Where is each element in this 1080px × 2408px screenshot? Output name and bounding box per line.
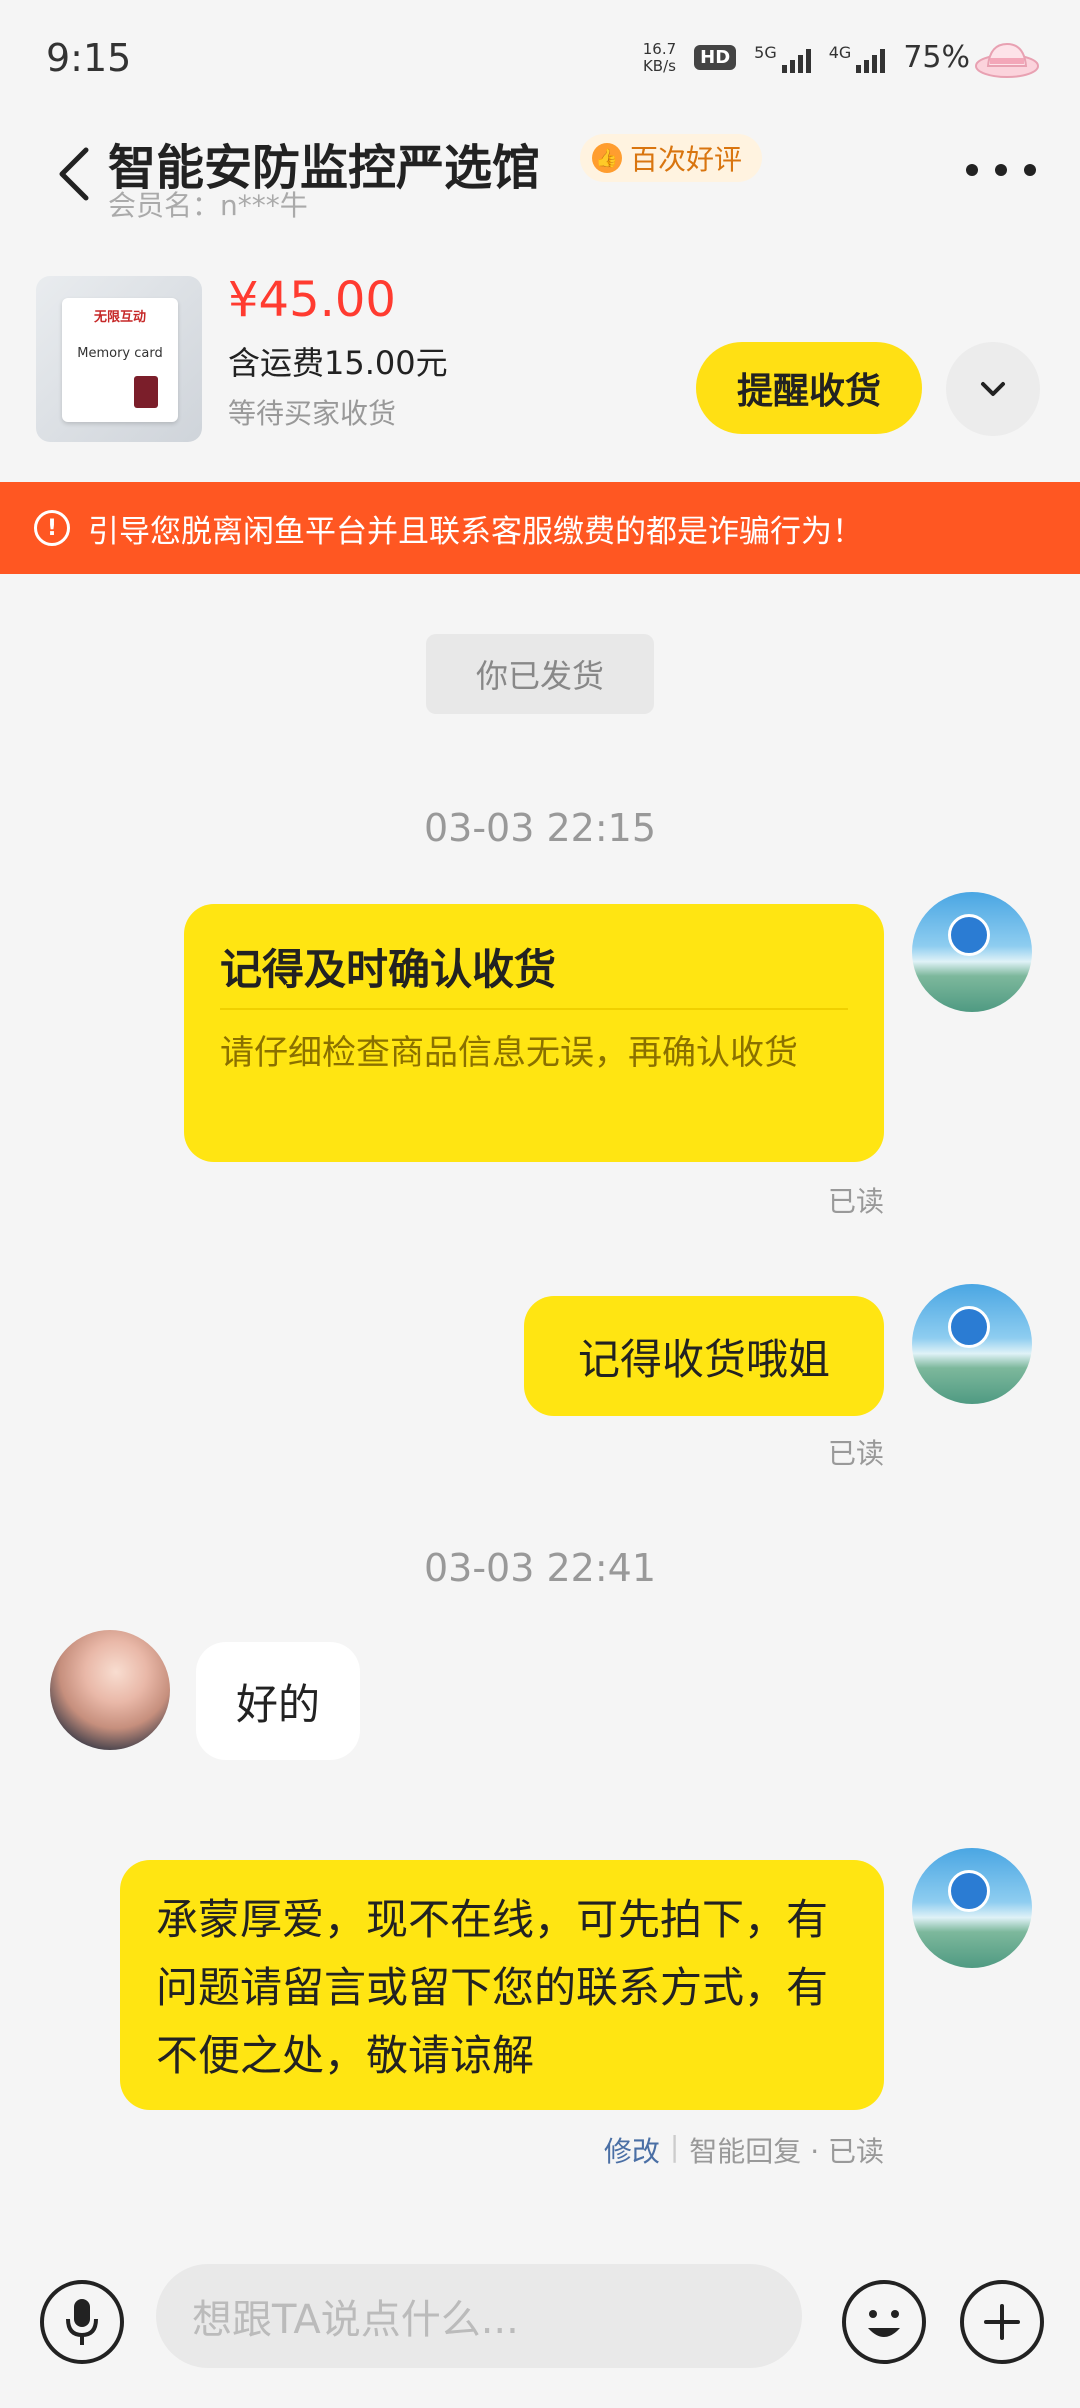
card-body: 请仔细检查商品信息无误，再确认收货 bbox=[220, 1033, 798, 1073]
member-name: 会员名：n***牛 bbox=[108, 189, 308, 222]
system-message: 你已发货 bbox=[426, 634, 654, 714]
network-speed-value: 16.7 bbox=[642, 39, 677, 58]
expand-button[interactable] bbox=[946, 342, 1040, 436]
shipping-fee: 含运费15.00元 bbox=[228, 344, 448, 382]
warning-text: 引导您脱离闲鱼平台并且联系客服缴费的都是诈骗行为！ bbox=[88, 513, 863, 550]
plus-icon bbox=[984, 2304, 1020, 2340]
fraud-warning-banner: ! 引导您脱离闲鱼平台并且联系客服缴费的都是诈骗行为！ bbox=[0, 482, 1080, 574]
doraemon-icon bbox=[948, 1870, 990, 1912]
auto-reply-meta: 修改 | 智能回复 · 已读 bbox=[604, 2130, 884, 2170]
seller-avatar[interactable] bbox=[912, 1848, 1032, 1968]
doraemon-icon bbox=[948, 1306, 990, 1348]
emoji-button[interactable] bbox=[842, 2280, 926, 2364]
incoming-message[interactable]: 好的 bbox=[196, 1642, 360, 1760]
memory-card-package: 无限互动 Memory card bbox=[62, 298, 178, 422]
status-time: 9:15 bbox=[46, 36, 132, 80]
microphone-icon bbox=[66, 2299, 98, 2345]
signal-5g-label: 5G bbox=[754, 42, 777, 62]
edit-link[interactable]: 修改 bbox=[604, 2130, 660, 2170]
network-speed: 16.7 KB/s bbox=[642, 39, 677, 75]
chat-screen: 9:15 16.7 KB/s HD 5G 4G 75% 智能安防监控严选馆 👍 … bbox=[0, 0, 1080, 2408]
signal-5g-icon: 5G bbox=[754, 43, 811, 73]
status-icons: 16.7 KB/s HD 5G 4G 75% bbox=[643, 40, 970, 75]
buyer-avatar[interactable] bbox=[50, 1630, 170, 1750]
thumbnail-brand: 无限互动 bbox=[93, 310, 146, 325]
outgoing-message[interactable]: 记得收货哦姐 bbox=[524, 1296, 884, 1416]
signal-4g-icon: 4G bbox=[829, 43, 886, 73]
smiley-icon bbox=[868, 2310, 900, 2337]
reminder-card-message[interactable]: 记得及时确认收货 请仔细检查商品信息无误，再确认收货 bbox=[184, 904, 884, 1162]
product-card: 无限互动 Memory card ¥45.00 含运费15.00元 等待买家收货… bbox=[0, 258, 1080, 448]
read-receipt: 已读 bbox=[827, 1185, 884, 1218]
chat-input-bar: 想跟TA说点什么... bbox=[0, 2250, 1080, 2408]
sd-card-icon bbox=[134, 376, 158, 408]
thumbnail-title: Memory card bbox=[77, 346, 163, 361]
status-bar: 9:15 16.7 KB/s HD 5G 4G 75% bbox=[0, 0, 1080, 120]
alert-icon: ! bbox=[34, 510, 70, 546]
hd-voice-icon: HD bbox=[694, 45, 737, 70]
seller-avatar[interactable] bbox=[912, 892, 1032, 1012]
meta-separator: | bbox=[669, 2130, 680, 2163]
chat-header: 智能安防监控严选馆 👍 百次好评 会员名：n***牛 bbox=[0, 120, 1080, 230]
timestamp: 03-03 22:15 bbox=[423, 806, 656, 850]
timestamp: 03-03 22:41 bbox=[423, 1546, 656, 1590]
seller-avatar[interactable] bbox=[912, 1284, 1032, 1404]
auto-reply-message[interactable]: 承蒙厚爱，现不在线，可先拍下，有问题请留言或留下您的联系方式，有不便之处，敬请谅… bbox=[120, 1860, 884, 2110]
thumbs-up-icon: 👍 bbox=[592, 143, 622, 173]
message-text: 好的 bbox=[235, 1679, 320, 1729]
message-input[interactable]: 想跟TA说点什么... bbox=[156, 2264, 802, 2368]
product-thumbnail[interactable]: 无限互动 Memory card bbox=[36, 276, 202, 442]
auto-reply-status: 智能回复 · 已读 bbox=[689, 2135, 884, 2168]
voice-input-button[interactable] bbox=[40, 2280, 124, 2364]
chevron-down-icon bbox=[981, 382, 1005, 396]
back-icon[interactable] bbox=[50, 144, 100, 204]
battery-hat-icon bbox=[975, 42, 1039, 78]
add-attachment-button[interactable] bbox=[960, 2280, 1044, 2364]
battery-level: 75% bbox=[903, 40, 970, 75]
product-price: ¥45.00 bbox=[228, 272, 396, 328]
signal-4g-label: 4G bbox=[828, 42, 852, 62]
remind-receipt-button[interactable]: 提醒收货 bbox=[696, 342, 922, 434]
doraemon-icon bbox=[948, 914, 990, 956]
more-options-icon[interactable] bbox=[966, 150, 1036, 190]
rating-badge-label: 百次好评 bbox=[630, 143, 743, 176]
message-text: 承蒙厚爱，现不在线，可先拍下，有问题请留言或留下您的联系方式，有不便之处，敬请谅… bbox=[156, 1895, 829, 2080]
order-status: 等待买家收货 bbox=[228, 397, 397, 430]
network-speed-unit: KB/s bbox=[642, 56, 676, 75]
card-divider bbox=[220, 1008, 848, 1010]
rating-badge[interactable]: 👍 百次好评 bbox=[580, 134, 763, 182]
message-text: 记得收货哦姐 bbox=[577, 1334, 830, 1384]
card-title: 记得及时确认收货 bbox=[220, 945, 557, 994]
read-receipt: 已读 bbox=[827, 1437, 884, 1470]
